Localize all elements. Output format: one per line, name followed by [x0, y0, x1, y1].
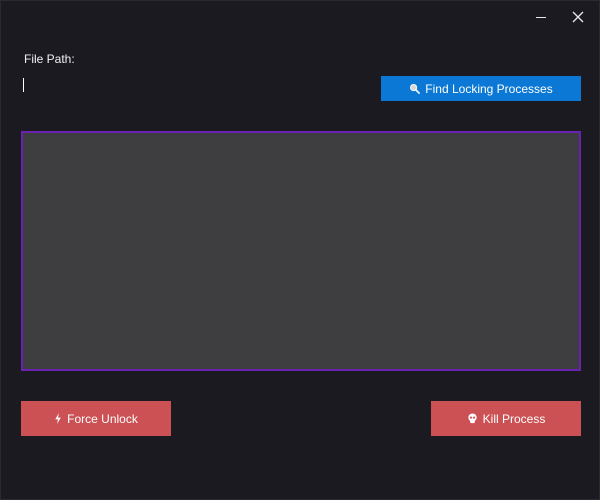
kill-process-button[interactable]: Kill Process	[431, 401, 581, 436]
app-window: File Path: Find Locking Processes Force …	[0, 0, 600, 500]
force-unlock-label: Force Unlock	[67, 411, 138, 426]
lightning-icon	[54, 413, 62, 424]
force-unlock-button[interactable]: Force Unlock	[21, 401, 171, 436]
text-caret	[23, 78, 24, 92]
minimize-button[interactable]	[527, 5, 555, 29]
file-path-input[interactable]	[21, 76, 361, 96]
find-locking-processes-button[interactable]: Find Locking Processes	[381, 76, 581, 101]
magnifier-icon	[409, 83, 421, 94]
minimize-icon	[536, 16, 546, 18]
file-path-label: File Path:	[24, 52, 75, 66]
kill-process-label: Kill Process	[482, 411, 546, 426]
close-icon	[572, 11, 584, 23]
process-results-panel[interactable]	[21, 131, 581, 371]
skull-icon	[467, 413, 478, 424]
find-button-label: Find Locking Processes	[425, 81, 553, 96]
close-button[interactable]	[564, 5, 592, 29]
